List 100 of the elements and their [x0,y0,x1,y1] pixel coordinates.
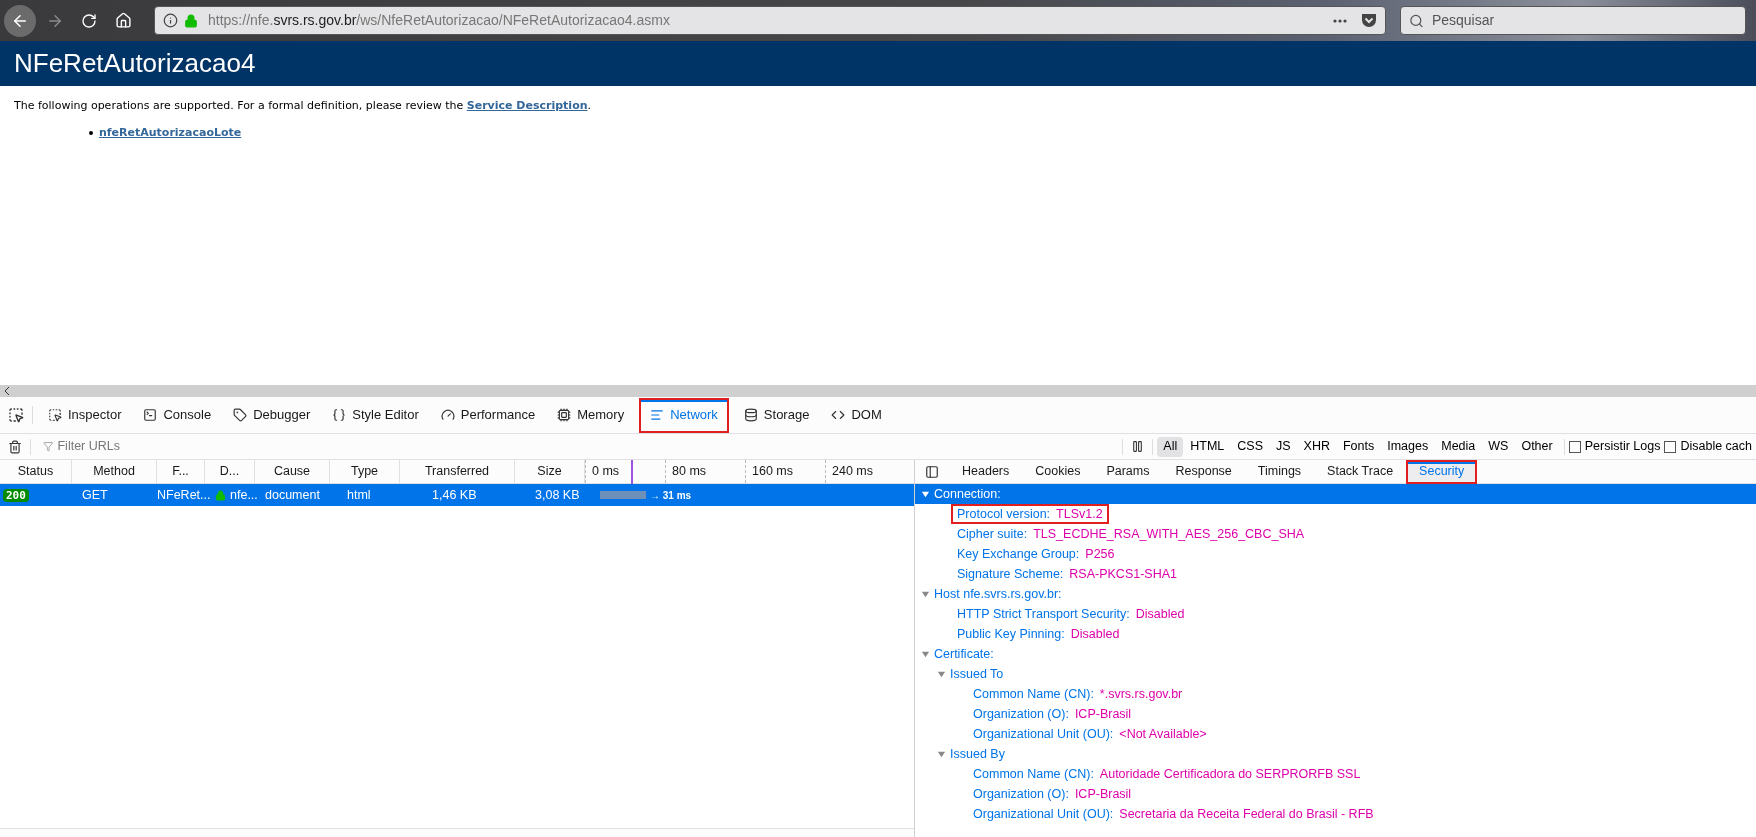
entry-value: ICP-Brasil [1074,705,1132,723]
tree-label: Issued By [950,745,1005,763]
devtools-tab[interactable]: DOM [820,397,893,433]
devtools-tab[interactable]: Storage [732,397,821,433]
detail-tab[interactable]: Cookies [1022,459,1094,484]
entry-value: ICP-Brasil [1074,785,1132,803]
timeline-tick: 160 ms [752,463,793,481]
detail-tab[interactable]: Timings [1244,459,1315,484]
address-bar[interactable]: https://nfe.svrs.rs.gov.br/ws/NfeRetAutorizacao/NFeRetAutorizacao4.asmx [154,6,1386,35]
column-header[interactable]: Cause [255,460,330,483]
tag-icon [233,408,248,422]
type-filter[interactable]: HTML [1184,436,1231,457]
column-header[interactable]: D... [205,460,255,483]
tree-row[interactable]: Connection: [915,484,1756,504]
detail-tab[interactable]: Stack Trace [1314,459,1407,484]
bullet-icon [89,130,93,135]
tree-label: Certificate: [934,645,994,663]
devtools-tab[interactable]: Debugger [222,397,322,433]
tree-row[interactable]: Host nfe.svrs.rs.gov.br: [915,584,1756,604]
detail-tab[interactable]: Params [1093,459,1163,484]
lock-icon [184,13,198,28]
status-badge: 200 [3,488,29,502]
entry-label: Key Exchange Group: [957,545,1080,563]
type-cell: html [347,487,371,502]
tree-row[interactable]: Certificate: [915,644,1756,664]
tree-label: Connection: [934,485,1001,503]
type-filter[interactable]: WS [1482,436,1515,457]
type-filter[interactable]: All [1157,436,1184,457]
detail-tab[interactable]: Security [1406,459,1478,484]
search-field[interactable]: Pesquisar [1400,6,1746,35]
tree-row[interactable]: Issued To [915,664,1756,684]
column-header[interactable]: F... [157,460,205,483]
entry-label: Public Key Pinning: [957,625,1065,643]
checkbox-label: Disable cach [1680,438,1752,456]
scroll-left-icon [4,387,10,395]
tree-label: Host nfe.svrs.rs.gov.br: [934,585,1062,603]
caret-icon[interactable] [921,489,930,499]
caret-icon[interactable] [921,589,930,599]
type-filter[interactable]: Fonts [1336,436,1381,457]
cause-cell: document [265,487,320,502]
devtools-tab[interactable]: Network [639,397,729,433]
devtools-tab[interactable]: Inspector [37,397,133,433]
detail-tab[interactable]: Response [1162,459,1245,484]
column-header[interactable]: Type [330,460,400,483]
intro-text: The following operations are supported. For a formal definition, please review the Service Description. [14,98,593,114]
devtools-tab[interactable]: Style Editor [321,397,430,433]
type-filter[interactable]: XHR [1297,436,1336,457]
lock-icon [215,489,226,501]
timeline-tick: 0 ms [592,463,620,481]
timeline-tick: 80 ms [672,463,707,481]
gauge-icon [440,408,455,422]
checkbox-label: Persistir Logs [1584,438,1661,456]
entry-value: Disabled [1135,605,1185,623]
entry-label: Common Name (CN): [973,765,1094,783]
type-filter[interactable]: Images [1381,436,1435,457]
pocket-icon [1361,13,1377,28]
reload-icon [81,12,97,29]
request-row[interactable]: 200 GET NFeRet... nfe... document html 1,46 KB 3,08 KB → 31 ms [0,484,914,506]
devtools-tab[interactable]: Memory [546,397,636,433]
url-text: https://nfe.svrs.rs.gov.br/ws/NfeRetAutorizacao/NFeRetAutorizacao4.asmx [208,11,670,30]
operation-link[interactable]: nfeRetAutorizacaoLote [99,124,242,141]
entry-value: TLS_ECDHE_RSA_WITH_AES_256_CBC_SHA [1033,525,1305,543]
type-filter[interactable]: CSS [1231,436,1269,457]
trash-icon [8,439,22,454]
load-marker [631,460,633,484]
column-header[interactable]: Size [515,460,585,483]
devtools-tab[interactable]: Performance [429,397,547,433]
size-cell: 3,08 KB [535,487,580,502]
info-icon [163,13,178,28]
devtools-tab[interactable]: Console [132,397,223,433]
service-description-link[interactable]: Service Description [466,99,588,112]
timing-bar [600,491,646,499]
entry-label: Organization (O): [973,785,1069,803]
checkbox[interactable] [1664,440,1677,453]
detail-tab[interactable]: Headers [949,459,1023,484]
horizontal-scrollbar[interactable] [0,385,1756,397]
entry-label: Organization (O): [973,705,1069,723]
cursor-box-icon [48,408,62,422]
tree-label: Issued To [950,665,1004,683]
entry-label: HTTP Strict Transport Security: [957,605,1130,623]
entry-value: Secretaria da Receita Federal do Brasil - RFB [1119,805,1374,823]
lines-icon [650,408,665,422]
entry-value: Autoridade Certificadora do SERPRORFB SSL [1099,765,1361,783]
type-filter[interactable]: Other [1515,436,1559,457]
method-cell: GET [82,487,108,502]
entry-value: RSA-PKCS1-SHA1 [1069,565,1177,583]
back-button[interactable] [4,4,36,37]
entry-label: Organizational Unit (OU): [973,805,1114,823]
entry-label: Cipher suite: [957,525,1028,543]
pause-icon [1131,440,1145,453]
column-header[interactable]: Transferred [400,460,515,483]
search-input[interactable]: Pesquisar [1431,10,1737,31]
type-filter[interactable]: JS [1269,436,1297,457]
caret-icon[interactable] [937,749,946,759]
column-header[interactable]: Method [72,460,157,483]
tree-row[interactable]: Issued By [915,744,1756,764]
column-header[interactable]: Status [0,460,72,483]
entry-value: TLSv1.2 [1056,505,1103,523]
type-filter[interactable]: Media [1435,436,1482,457]
checkbox[interactable] [1568,440,1581,453]
